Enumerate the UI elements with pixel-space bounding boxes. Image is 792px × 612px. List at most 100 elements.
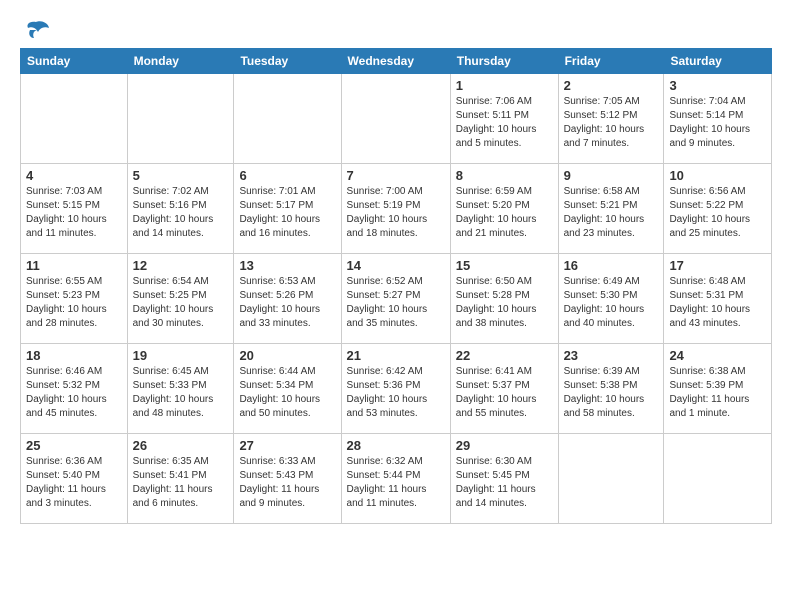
calendar-cell: 9Sunrise: 6:58 AM Sunset: 5:21 PM Daylig… <box>558 164 664 254</box>
calendar-cell: 25 Sunrise: 6:36 AM Sunset: 5:40 PM Dayli… <box>21 434 128 524</box>
day-info: Sunrise: 6:49 AM Sunset: 5:30 PM Dayligh… <box>564 275 659 331</box>
column-header-monday: Monday <box>127 49 234 74</box>
calendar-cell: 6Sunrise: 7:01 AM Sunset: 5:17 PM Daylig… <box>234 164 341 254</box>
day-number: 27 <box>239 438 335 453</box>
column-header-friday: Friday <box>558 49 664 74</box>
day-info: Sunrise: 6:32 AM Sunset: 5:44 PM Dayligh… <box>347 455 445 511</box>
day-number: 14 <box>347 258 445 273</box>
day-info: Sunrise: 6:36 AM Sunset: 5:40 PM Dayligh… <box>26 455 122 511</box>
day-number: 19 <box>133 348 229 363</box>
column-header-sunday: Sunday <box>21 49 128 74</box>
day-number: 10 <box>669 168 766 183</box>
calendar-cell: 20 Sunrise: 6:44 AM Sunset: 5:34 PM Dayli… <box>234 344 341 434</box>
calendar-cell <box>21 74 128 164</box>
day-info: Sunrise: 6:33 AM Sunset: 5:43 PM Dayligh… <box>239 455 335 511</box>
day-number: 1 <box>456 78 553 93</box>
calendar-cell <box>558 434 664 524</box>
calendar-cell: 11 Sunrise: 6:55 AM Sunset: 5:23 PM Dayli… <box>21 254 128 344</box>
day-number: 16 <box>564 258 659 273</box>
day-number: 20 <box>239 348 335 363</box>
calendar-cell: 22 Sunrise: 6:41 AM Sunset: 5:37 PM Dayli… <box>450 344 558 434</box>
calendar-cell: 12Sunrise: 6:54 AM Sunset: 5:25 PM Dayli… <box>127 254 234 344</box>
day-info: Sunrise: 6:59 AM Sunset: 5:20 PM Dayligh… <box>456 185 553 241</box>
calendar-cell: 15 Sunrise: 6:50 AM Sunset: 5:28 PM Dayli… <box>450 254 558 344</box>
day-info: Sunrise: 7:06 AM Sunset: 5:11 PM Dayligh… <box>456 95 553 151</box>
column-header-thursday: Thursday <box>450 49 558 74</box>
day-info: Sunrise: 7:03 AM Sunset: 5:15 PM Dayligh… <box>26 185 122 241</box>
day-number: 18 <box>26 348 122 363</box>
day-number: 13 <box>239 258 335 273</box>
page-header <box>20 16 772 40</box>
day-info: Sunrise: 6:48 AM Sunset: 5:31 PM Dayligh… <box>669 275 766 331</box>
day-number: 8 <box>456 168 553 183</box>
calendar-week-row: 11 Sunrise: 6:55 AM Sunset: 5:23 PM Dayli… <box>21 254 772 344</box>
column-header-tuesday: Tuesday <box>234 49 341 74</box>
day-number: 29 <box>456 438 553 453</box>
calendar-header-row: SundayMondayTuesdayWednesdayThursdayFrid… <box>21 49 772 74</box>
day-number: 23 <box>564 348 659 363</box>
column-header-wednesday: Wednesday <box>341 49 450 74</box>
day-info: Sunrise: 6:46 AM Sunset: 5:32 PM Dayligh… <box>26 365 122 421</box>
day-number: 15 <box>456 258 553 273</box>
day-number: 11 <box>26 258 122 273</box>
day-number: 3 <box>669 78 766 93</box>
calendar-cell: 16 Sunrise: 6:49 AM Sunset: 5:30 PM Dayli… <box>558 254 664 344</box>
day-info: Sunrise: 6:38 AM Sunset: 5:39 PM Dayligh… <box>669 365 766 421</box>
calendar-cell: 2Sunrise: 7:05 AM Sunset: 5:12 PM Daylig… <box>558 74 664 164</box>
calendar-cell <box>127 74 234 164</box>
day-info: Sunrise: 6:44 AM Sunset: 5:34 PM Dayligh… <box>239 365 335 421</box>
column-header-saturday: Saturday <box>664 49 772 74</box>
day-number: 17 <box>669 258 766 273</box>
calendar-cell <box>664 434 772 524</box>
calendar-cell: 18 Sunrise: 6:46 AM Sunset: 5:32 PM Dayli… <box>21 344 128 434</box>
calendar-table: SundayMondayTuesdayWednesdayThursdayFrid… <box>20 48 772 524</box>
calendar-cell: 24 Sunrise: 6:38 AM Sunset: 5:39 PM Dayli… <box>664 344 772 434</box>
calendar-cell: 21 Sunrise: 6:42 AM Sunset: 5:36 PM Dayli… <box>341 344 450 434</box>
calendar-cell: 17 Sunrise: 6:48 AM Sunset: 5:31 PM Dayli… <box>664 254 772 344</box>
calendar-cell: 10 Sunrise: 6:56 AM Sunset: 5:22 PM Dayli… <box>664 164 772 254</box>
day-number: 9 <box>564 168 659 183</box>
calendar-cell <box>341 74 450 164</box>
calendar-week-row: 25 Sunrise: 6:36 AM Sunset: 5:40 PM Dayli… <box>21 434 772 524</box>
day-number: 26 <box>133 438 229 453</box>
day-info: Sunrise: 6:41 AM Sunset: 5:37 PM Dayligh… <box>456 365 553 421</box>
day-number: 7 <box>347 168 445 183</box>
day-number: 24 <box>669 348 766 363</box>
calendar-cell: 4 Sunrise: 7:03 AM Sunset: 5:15 PM Daylig… <box>21 164 128 254</box>
day-info: Sunrise: 6:54 AM Sunset: 5:25 PM Dayligh… <box>133 275 229 331</box>
day-info: Sunrise: 6:42 AM Sunset: 5:36 PM Dayligh… <box>347 365 445 421</box>
calendar-cell: 28 Sunrise: 6:32 AM Sunset: 5:44 PM Dayli… <box>341 434 450 524</box>
day-info: Sunrise: 7:04 AM Sunset: 5:14 PM Dayligh… <box>669 95 766 151</box>
day-info: Sunrise: 6:55 AM Sunset: 5:23 PM Dayligh… <box>26 275 122 331</box>
calendar-cell: 27 Sunrise: 6:33 AM Sunset: 5:43 PM Dayli… <box>234 434 341 524</box>
day-number: 6 <box>239 168 335 183</box>
day-info: Sunrise: 6:56 AM Sunset: 5:22 PM Dayligh… <box>669 185 766 241</box>
calendar-cell: 29Sunrise: 6:30 AM Sunset: 5:45 PM Dayli… <box>450 434 558 524</box>
day-number: 4 <box>26 168 122 183</box>
calendar-week-row: 1 Sunrise: 7:06 AM Sunset: 5:11 PM Daylig… <box>21 74 772 164</box>
day-number: 22 <box>456 348 553 363</box>
day-info: Sunrise: 6:50 AM Sunset: 5:28 PM Dayligh… <box>456 275 553 331</box>
day-number: 28 <box>347 438 445 453</box>
day-info: Sunrise: 7:00 AM Sunset: 5:19 PM Dayligh… <box>347 185 445 241</box>
day-info: Sunrise: 6:45 AM Sunset: 5:33 PM Dayligh… <box>133 365 229 421</box>
day-number: 21 <box>347 348 445 363</box>
calendar-cell: 19 Sunrise: 6:45 AM Sunset: 5:33 PM Dayli… <box>127 344 234 434</box>
calendar-cell: 8 Sunrise: 6:59 AM Sunset: 5:20 PM Daylig… <box>450 164 558 254</box>
day-info: Sunrise: 6:52 AM Sunset: 5:27 PM Dayligh… <box>347 275 445 331</box>
calendar-cell: 23 Sunrise: 6:39 AM Sunset: 5:38 PM Dayli… <box>558 344 664 434</box>
day-number: 2 <box>564 78 659 93</box>
calendar-cell: 3 Sunrise: 7:04 AM Sunset: 5:14 PM Daylig… <box>664 74 772 164</box>
calendar-week-row: 4 Sunrise: 7:03 AM Sunset: 5:15 PM Daylig… <box>21 164 772 254</box>
day-info: Sunrise: 7:02 AM Sunset: 5:16 PM Dayligh… <box>133 185 229 241</box>
day-info: Sunrise: 6:39 AM Sunset: 5:38 PM Dayligh… <box>564 365 659 421</box>
logo <box>20 20 50 40</box>
day-number: 5 <box>133 168 229 183</box>
day-number: 25 <box>26 438 122 453</box>
day-info: Sunrise: 6:53 AM Sunset: 5:26 PM Dayligh… <box>239 275 335 331</box>
calendar-cell: 14 Sunrise: 6:52 AM Sunset: 5:27 PM Dayli… <box>341 254 450 344</box>
logo-bird-icon <box>22 20 50 40</box>
calendar-cell: 7 Sunrise: 7:00 AM Sunset: 5:19 PM Daylig… <box>341 164 450 254</box>
calendar-cell <box>234 74 341 164</box>
calendar-cell: 1 Sunrise: 7:06 AM Sunset: 5:11 PM Daylig… <box>450 74 558 164</box>
